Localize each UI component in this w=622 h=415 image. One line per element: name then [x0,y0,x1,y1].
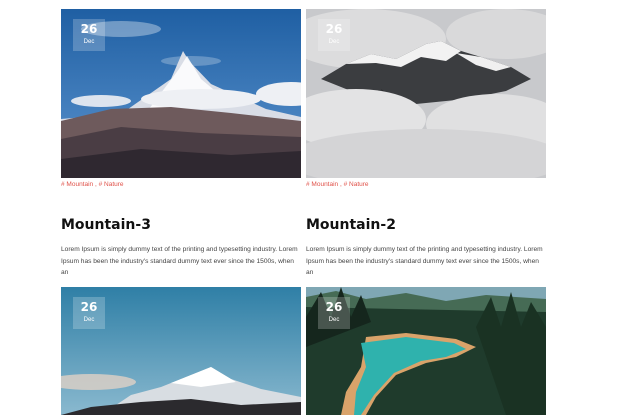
date-month: Dec [328,39,340,45]
date-month: Dec [83,317,95,323]
date-month: Dec [328,317,340,323]
blog-card[interactable]: 26 Dec # Mountain , # Nature Mountain-2 … [306,9,546,279]
blog-card[interactable]: 26 Dec [61,287,301,415]
post-excerpt: Lorem Ipsum is simply dummy text of the … [306,246,543,276]
tag-list: # Mountain , # Nature [306,180,546,190]
date-badge: 26 Dec [73,19,105,51]
blog-card[interactable]: 26 Dec [306,287,546,415]
date-day: 26 [80,22,98,36]
tag-link-nature[interactable]: # Nature [99,181,124,188]
date-badge: 26 Dec [318,297,350,329]
date-day: 26 [325,300,343,314]
date-badge: 26 Dec [73,297,105,329]
post-image[interactable]: 26 Dec [306,9,546,178]
post-title[interactable]: Mountain-2 [306,216,546,234]
date-badge: 26 Dec [318,19,350,51]
post-image[interactable]: 26 Dec [61,287,301,415]
tag-separator: , [339,181,342,188]
tag-link-mountain[interactable]: # Mountain [61,181,93,188]
blog-card[interactable]: 26 Dec # Mountain , # Nature Mountain-3 … [61,9,301,279]
post-title[interactable]: Mountain-3 [61,216,301,234]
tag-separator: , [94,181,97,188]
date-day: 26 [80,300,98,314]
date-month: Dec [83,39,95,45]
post-image[interactable]: 26 Dec [61,9,301,178]
date-day: 26 [325,22,343,36]
tag-link-nature[interactable]: # Nature [344,181,369,188]
post-image[interactable]: 26 Dec [306,287,546,415]
tag-list: # Mountain , # Nature [61,180,301,190]
post-excerpt: Lorem Ipsum is simply dummy text of the … [61,246,298,276]
tag-link-mountain[interactable]: # Mountain [306,181,338,188]
